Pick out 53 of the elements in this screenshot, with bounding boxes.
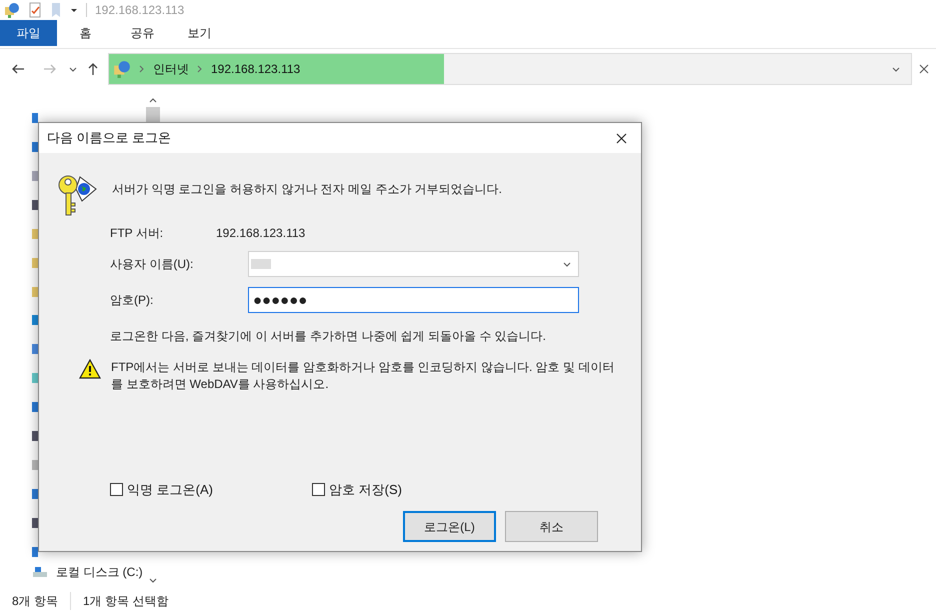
nav-item-icon: [32, 170, 38, 181]
warning-icon: [79, 359, 101, 379]
nav-item-icon: [32, 315, 38, 326]
checkbox-option[interactable]: 익명 로그온(A): [110, 480, 312, 499]
nav-item-icon: [32, 142, 38, 152]
network-icon: [4, 2, 20, 18]
server-address: 192.168.123.113: [216, 225, 306, 242]
close-icon[interactable]: [919, 64, 929, 74]
address-bar[interactable]: 인터넷 192.168.123.113: [108, 53, 912, 85]
up-arrow-icon[interactable]: [86, 61, 100, 77]
nav-item-icon: [32, 373, 38, 384]
window-title: 192.168.123.113: [95, 2, 184, 18]
nav-item[interactable]: 로컬 디스크 (C:): [56, 563, 143, 581]
nav-item-icon: [32, 228, 38, 239]
field-label: FTP 서버:: [110, 225, 164, 242]
ribbon-tab[interactable]: 파일: [0, 20, 57, 46]
field-label: 암호(P):: [110, 292, 154, 309]
nav-item-icon: [32, 113, 38, 123]
warning-text: FTP에서는 서버로 보내는 데이터를 암호화하거나 암호를 인코딩하지 않습니다. 암호 및 데이터를 보호하려면 WebDAV를 사용하십시오.: [111, 359, 616, 393]
checkbox[interactable]: [110, 482, 123, 496]
ribbon-tab[interactable]: 홈: [57, 20, 114, 46]
ribbon-tab[interactable]: 공유: [114, 20, 171, 46]
ribbon-tab[interactable]: 보기: [171, 20, 228, 46]
breadcrumb[interactable]: 인터넷: [153, 60, 189, 78]
network-icon: [113, 60, 131, 78]
checkbox[interactable]: [312, 482, 325, 496]
properties-icon[interactable]: [28, 2, 42, 18]
dialog-button[interactable]: 로그온(L): [403, 511, 496, 542]
checkbox-option[interactable]: 암호 저장(S): [312, 480, 514, 499]
message-text: 서버가 익명 로그인을 허용하지 않거나 전자 메일 주소가 거부되었습니다.: [112, 181, 502, 198]
nav-item-icon: [32, 460, 38, 470]
hint-text: 로그온한 다음, 즐겨찾기에 이 서버를 추가하면 나중에 쉽게 되돌아올 수 있습니다.: [110, 328, 548, 345]
nav-item-icon: [32, 258, 38, 268]
field-label: 사용자 이름(U):: [110, 256, 194, 273]
nav-item-icon: [32, 488, 38, 499]
chevron-right-icon: [197, 65, 203, 73]
redacted-mark: [251, 259, 271, 269]
password-field[interactable]: ●●●●●●: [248, 287, 579, 313]
nav-item-icon: [32, 286, 38, 297]
nav-item-icon: [32, 546, 38, 557]
nav-item-icon: [32, 518, 38, 528]
nav-item-icon: [32, 431, 38, 442]
status-text: 8개 항목: [12, 593, 58, 610]
chevron-right-icon: [139, 65, 145, 73]
nav-item-icon: [32, 200, 38, 210]
breadcrumb[interactable]: 192.168.123.113: [211, 60, 300, 78]
dialog-button[interactable]: 취소: [505, 511, 598, 542]
nav-item-icon: [32, 344, 38, 354]
close-icon: [616, 132, 626, 144]
dialog-title: 다음 이름으로 로그온: [47, 129, 172, 148]
status-text: 1개 항목 선택함: [70, 592, 168, 610]
nav-item-icon: [32, 402, 38, 412]
drive-icon: [32, 566, 48, 578]
